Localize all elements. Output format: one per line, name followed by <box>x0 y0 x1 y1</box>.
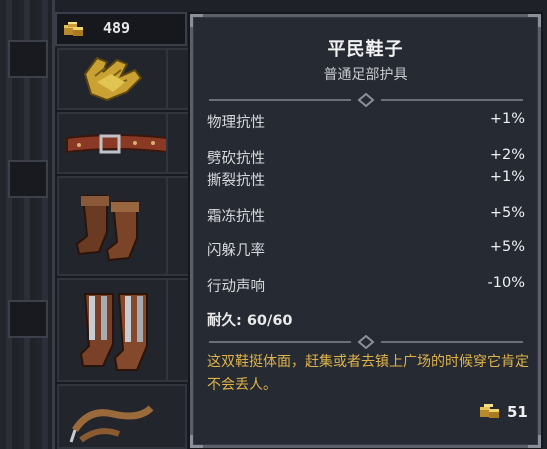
rope-icon <box>69 405 154 443</box>
stat-value: +2% <box>489 147 525 163</box>
stat-value: -10% <box>487 275 525 291</box>
left-frame-pillar <box>0 0 55 449</box>
gold-coins-icon <box>480 404 499 418</box>
stat-label: 撕裂抗性 <box>207 173 265 189</box>
stat-label: 劈砍抗性 <box>207 151 265 167</box>
item-subtitle: 普通足部护具 <box>323 67 408 83</box>
item-tooltip: 平民鞋子 普通足部护具 物理抗性 +1% 劈砍抗性 +2% 撕裂抗性 +1% 霜… <box>190 14 541 448</box>
stat-label: 闪躲几率 <box>207 243 265 259</box>
item-title: 平民鞋子 <box>327 39 404 60</box>
stat-label: 行动声响 <box>207 279 265 295</box>
tooltip-corner <box>528 14 541 27</box>
tooltip-corner <box>190 14 203 27</box>
currency-bar: 489 <box>55 12 187 46</box>
stat-value: +5% <box>489 205 525 221</box>
stat-value: +1% <box>489 169 525 185</box>
tooltip-corner <box>190 435 203 448</box>
tooltip-corner <box>528 435 541 448</box>
metal-greaves-icon <box>79 293 148 371</box>
section-divider <box>209 335 523 349</box>
gold-amount: 489 <box>103 19 131 37</box>
stat-value: +1% <box>489 111 525 127</box>
yellow-gloves-icon <box>83 56 143 102</box>
leather-belt-icon <box>66 134 168 154</box>
gold-coins-icon <box>64 22 83 36</box>
stat-label: 霜冻抗性 <box>207 209 265 225</box>
inventory-slot-rope[interactable] <box>57 384 187 449</box>
brown-boots-icon <box>75 195 139 262</box>
item-description: 这双鞋挺体面，赶集或者去镇上广场的时候穿它肯定不会丢人。 <box>207 354 529 393</box>
frame-notch <box>8 160 48 198</box>
item-price: 51 <box>507 403 528 421</box>
stat-value: +5% <box>489 239 525 255</box>
durability-text: 耐久: 60/60 <box>207 313 293 329</box>
frame-notch <box>8 300 48 338</box>
section-divider <box>209 93 523 107</box>
frame-notch <box>8 40 48 78</box>
stat-label: 物理抗性 <box>207 115 265 131</box>
